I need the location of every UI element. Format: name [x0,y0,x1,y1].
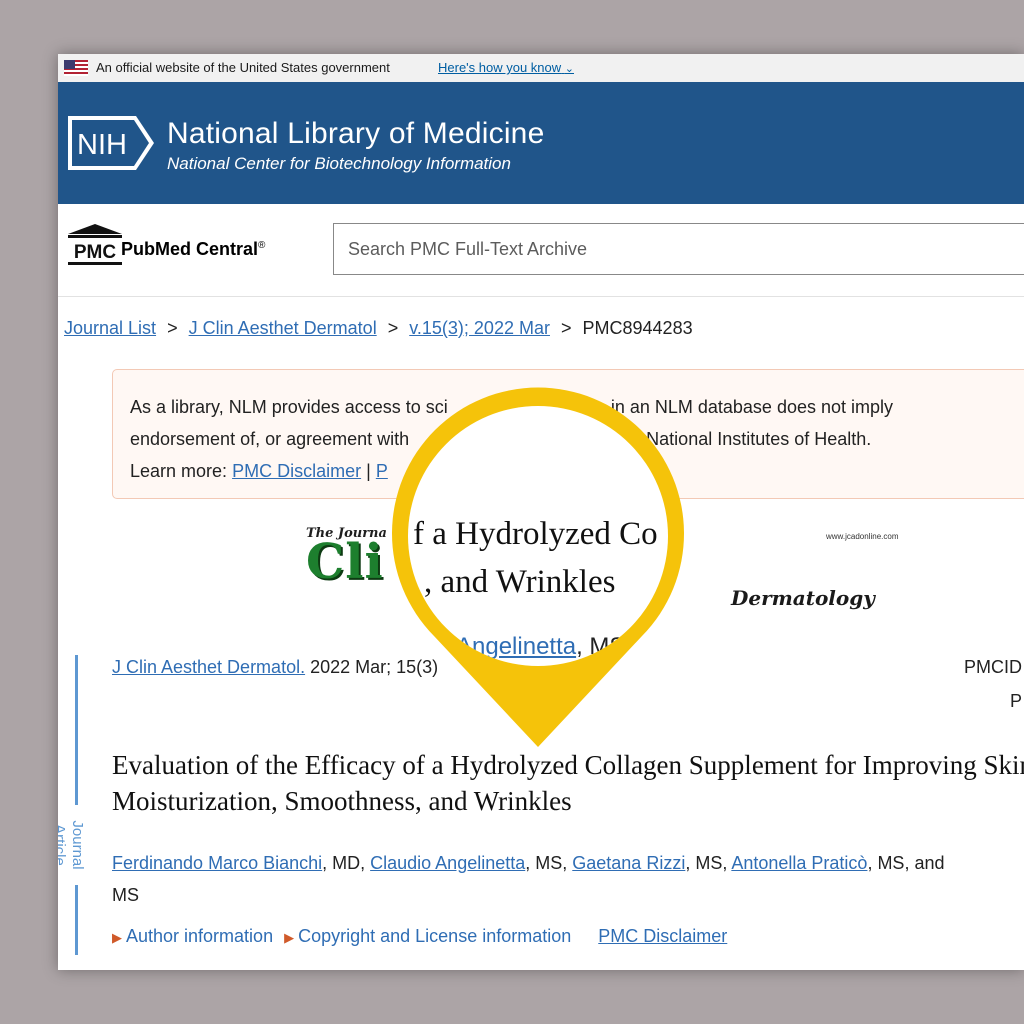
breadcrumb-journal-list[interactable]: Journal List [64,318,156,338]
breadcrumb-separator: > [167,318,178,338]
breadcrumb-current: PMC8944283 [582,318,693,338]
ncbi-subtitle: National Center for Biotechnology Inform… [167,154,511,173]
lens-text-line-3: Angelinetta, MS [456,633,625,661]
gov-banner-text: An official website of the United States… [96,60,390,75]
article-info-links: ▶ Author information ▶ Copyright and Licen… [112,926,727,947]
article-pmc-disclaimer-link[interactable]: PMC Disclaimer [598,926,727,946]
breadcrumb-separator: > [387,318,399,338]
breadcrumb-issue[interactable]: v.15(3); 2022 Mar [409,318,550,338]
author-link[interactable]: Ferdinando Marco Bianchi [112,853,322,873]
heres-how-you-know-label: Here's how you know [438,60,562,75]
pmc-logo[interactable]: PMC [64,220,126,268]
us-flag-icon [64,60,88,76]
author-suffix: , MD, [322,853,371,873]
article-citation: J Clin Aesthet Dermatol. 2022 Mar; 15(3) [112,657,438,678]
pmc-logo-text: PMC [74,242,117,263]
journal-citation-link[interactable]: J Clin Aesthet Dermatol. [112,657,305,677]
chevron-down-icon: ⌄ [564,63,574,75]
pubmed-central-label: PubMed Central [121,239,259,259]
pmc-bar: PMC PubMed Central® [58,204,1024,297]
lens-author-link: Angelinetta [456,633,577,660]
disclaimer-line-2-start: endorsement of, or agreement with [130,429,410,449]
disclaimer-pipe: | [366,461,371,481]
author-suffix: , MS, [685,853,732,873]
registered-mark: ® [258,240,266,251]
author-link[interactable]: Gaetana Rizzi [572,853,685,873]
journal-article-side-label: Journal Article [58,805,86,885]
magnifier-lens: f a Hydrolyzed Co , and Wrinkles Angelin… [408,406,668,666]
learn-more-label: Learn more: [130,461,228,481]
pmc-disclaimer-link[interactable]: PMC Disclaimer [232,461,361,481]
nih-header: NIH National Library of Medicine Nationa… [58,82,1024,204]
author-information-toggle[interactable]: Author information [126,926,273,946]
pmcid-label: PMCID [964,657,1022,677]
nih-logo-text: NIH [77,129,127,161]
heres-how-you-know-link[interactable]: Here's how you know ⌄ [438,60,574,75]
lens-text-line-2: , and Wrinkles [424,564,616,600]
author-suffix: , MS, [525,853,573,873]
disclaimer-second-link[interactable]: P [376,461,388,481]
journal-banner-the-journal: The Journa [306,526,387,541]
author-suffix: , MS, and [867,853,945,873]
gov-banner: An official website of the United States… [58,54,1024,82]
pmid-label: P [1010,691,1023,711]
breadcrumb-journal[interactable]: J Clin Aesthet Dermatol [189,318,377,338]
author-list: Ferdinando Marco Bianchi, MD, Claudio An… [112,847,1024,911]
journal-banner-dermatology: Dermatology [731,586,875,610]
triangle-right-icon: ▶ [112,930,122,945]
pubmed-central-name: PubMed Central® [121,239,265,260]
nih-logo[interactable]: NIH [66,114,156,172]
author-link[interactable]: Claudio Angelinetta [370,853,525,873]
magnifier-overlay: f a Hydrolyzed Co , and Wrinkles Angelin… [392,387,684,750]
author-link[interactable]: Antonella Praticò [731,853,867,873]
article-title: Evaluation of the Efficacy of a Hydrolyz… [112,750,1024,816]
nlm-title[interactable]: National Library of Medicine [167,117,544,151]
breadcrumb: Journal List > J Clin Aesthet Dermatol >… [64,318,693,339]
journal-article-label: Journal Article [58,820,86,870]
breadcrumb-separator: > [560,318,572,338]
lens-author-suffix: , MS [576,633,626,660]
journal-banner-url: www.jcadonline.com [826,532,899,541]
lens-text-line-1: f a Hydrolyzed Co [413,516,658,552]
triangle-right-icon: ▶ [284,930,295,945]
search-input[interactable] [333,223,1024,275]
author-suffix: MS [112,885,139,905]
copyright-license-toggle[interactable]: Copyright and License information [298,926,571,946]
